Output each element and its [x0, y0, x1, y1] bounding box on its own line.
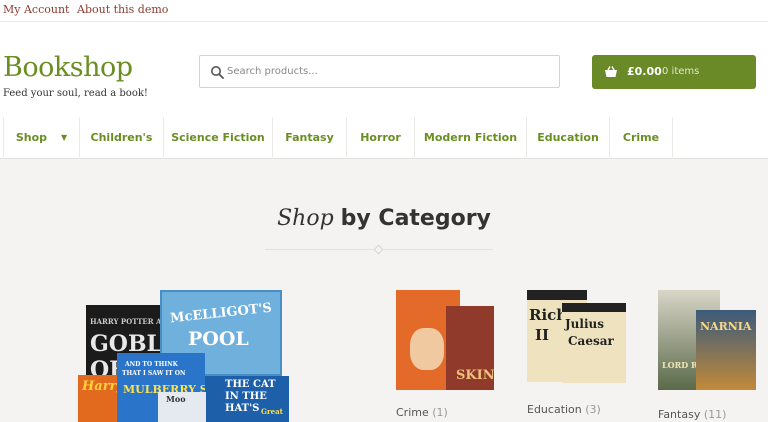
category-count: (11)	[703, 408, 727, 421]
book-cover-skin: SKIN	[446, 306, 494, 390]
nav-item-modern-fiction[interactable]: Modern Fiction	[414, 117, 526, 159]
nav-item-education[interactable]: Education	[526, 117, 609, 159]
book-cover-narnia: NARNIA	[696, 310, 756, 390]
nav-item-label: Crime	[622, 131, 660, 144]
book-cover-moo: Moo	[158, 392, 206, 422]
category-count: (1)	[432, 406, 448, 419]
site-tagline: Feed your soul, read a book!	[3, 88, 148, 99]
nav-item-science-fiction[interactable]: Science Fiction	[163, 117, 272, 159]
category-label-fantasy: Fantasy (11)	[658, 408, 727, 421]
nav-item-horror[interactable]: Horror	[346, 117, 414, 159]
category-count: (3)	[585, 403, 601, 416]
nav-item-label: Children's	[90, 131, 153, 144]
book-cover-cat-in-the-hat: THE CAT IN THE HAT'S Great	[205, 376, 289, 422]
nav-item-label: Modern Fiction	[423, 131, 518, 144]
nav-item-crime[interactable]: Crime	[609, 117, 673, 159]
site-title[interactable]: Bookshop	[3, 52, 133, 83]
heading-by-category: by Category	[340, 206, 491, 231]
divider-ornament	[373, 244, 384, 255]
book-cover-harry: Harry	[78, 375, 122, 422]
primary-navigation: Shop ▼ Children's Science Fiction Fantasy…	[0, 117, 768, 159]
nav-item-shop[interactable]: Shop ▼	[3, 117, 79, 159]
search-placeholder: Search products...	[227, 66, 318, 77]
nav-item-label: Shop	[15, 131, 48, 144]
chevron-down-icon: ▼	[61, 133, 68, 142]
category-label-crime: Crime (1)	[396, 406, 448, 419]
book-cover-julius-caesar: SHAKESPEARE Julius Caesar	[562, 303, 626, 383]
top-bar: My Account About this demo	[0, 0, 768, 22]
basket-icon	[605, 66, 617, 77]
my-account-link[interactable]: My Account	[3, 3, 69, 16]
nav-item-label: Education	[537, 131, 599, 144]
section-heading: Shop by Category	[0, 206, 768, 231]
search-input[interactable]: Search products...	[199, 55, 560, 88]
nav-item-fantasy[interactable]: Fantasy	[272, 117, 346, 159]
cart-item-count: 0 items	[662, 66, 700, 77]
nav-item-childrens[interactable]: Children's	[79, 117, 163, 159]
heading-shop: Shop	[277, 206, 334, 231]
nav-item-label: Fantasy	[285, 131, 334, 144]
category-label-education: Education (3)	[527, 403, 601, 416]
about-demo-link[interactable]: About this demo	[77, 3, 168, 16]
nav-item-label: Horror	[360, 131, 401, 144]
cart-amount: £0.00	[627, 65, 662, 78]
search-icon	[211, 66, 224, 79]
cart-button[interactable]: £0.00 0 items	[592, 55, 756, 89]
nav-item-label: Science Fiction	[171, 131, 265, 144]
site-header: Bookshop Feed your soul, read a book! Se…	[0, 22, 768, 117]
